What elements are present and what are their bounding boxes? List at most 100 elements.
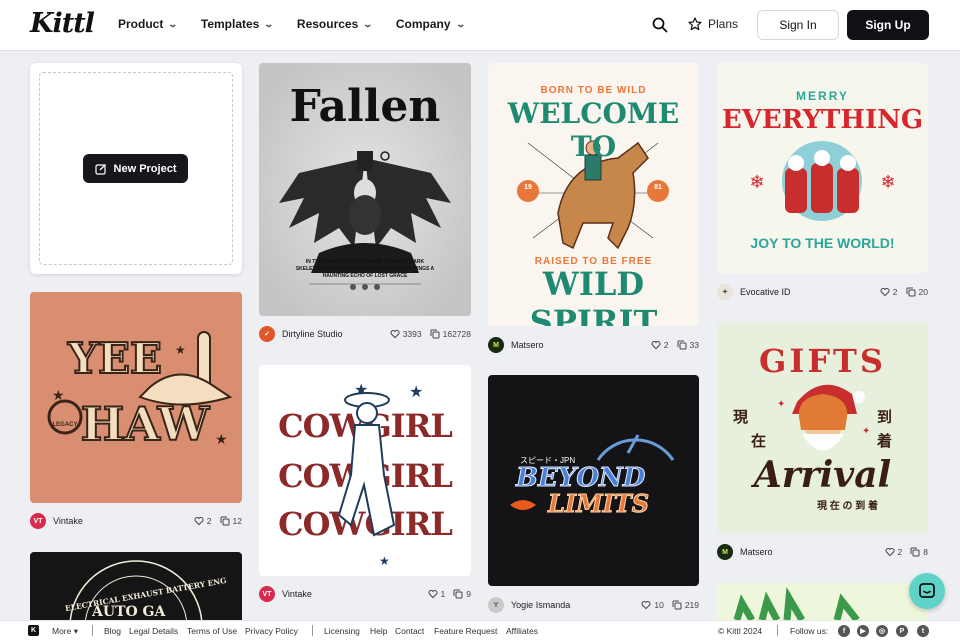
xmas-merry-text: MERRY	[796, 89, 849, 103]
author-name[interactable]: Vintake	[282, 589, 420, 599]
card-meta: ✦ Evocative ID 2 20	[717, 284, 928, 300]
nav-product[interactable]: Product ⌄	[118, 17, 179, 31]
copy-icon[interactable]	[910, 547, 920, 557]
svg-text:❄: ❄	[880, 172, 895, 192]
heart-icon[interactable]	[880, 287, 890, 297]
footer-more[interactable]: More ▾	[52, 626, 78, 637]
like-count: 2	[206, 516, 212, 526]
star-icon	[688, 17, 702, 31]
footer-link-terms[interactable]: Terms of Use	[187, 626, 237, 636]
footer-link-privacy[interactable]: Privacy Policy	[245, 626, 298, 636]
gifts-text: GIFTS	[759, 342, 886, 380]
wild-welcome-text: WELCOME TO	[507, 97, 680, 163]
copy-icon[interactable]	[220, 516, 230, 526]
heart-icon[interactable]	[641, 600, 651, 610]
fallen-title: Fallen	[289, 81, 441, 132]
author-name[interactable]: Matsero	[511, 340, 643, 350]
template-card-beyond-limits[interactable]: スピード・JPN BEYOND LIMITS	[488, 375, 699, 586]
template-card-gifts-arrival[interactable]: ✦ ✦ GIFTS 現 在 到 着 Arrival 現 在 の 到 着	[717, 322, 928, 533]
card-meta: M Matsero 2 33	[488, 337, 699, 353]
footer-link-legal[interactable]: Legal Details	[129, 626, 178, 636]
footer-link-help[interactable]: Help	[370, 626, 387, 636]
heart-icon[interactable]	[428, 589, 438, 599]
cowgirl-figure: ★ ★ ★	[337, 382, 423, 568]
author-name[interactable]: Evocative ID	[740, 287, 872, 297]
avatar[interactable]: Y	[488, 597, 504, 613]
like-count: 2	[892, 287, 898, 297]
template-card-auto-garage[interactable]: ELECTRICAL EXHAUST BATTERY ENG AUTO GA	[30, 552, 242, 620]
like-count: 3393	[402, 329, 422, 339]
heart-icon[interactable]	[390, 329, 400, 339]
nav-templates[interactable]: Templates ⌄	[201, 17, 275, 31]
chevron-down-icon: ⌄	[167, 18, 179, 29]
new-project-button[interactable]: New Project	[83, 154, 188, 183]
copy-icon[interactable]	[453, 589, 463, 599]
copy-count: 162728	[442, 329, 471, 339]
template-card-yee-haw[interactable]: ★ ★ ★ YEE HAW LEGACY	[30, 292, 242, 503]
footer-bar: K More ▾ Blog Legal Details Terms of Use…	[0, 620, 960, 640]
template-card-partial[interactable]	[717, 583, 928, 620]
youtube-icon[interactable]: ▶	[857, 625, 869, 637]
avatar[interactable]: VT	[259, 586, 275, 602]
like-count: 2	[663, 340, 669, 350]
copy-icon[interactable]	[906, 287, 916, 297]
xmas-everything-text: EVERYTHING	[721, 105, 924, 135]
copy-icon[interactable]	[672, 600, 682, 610]
template-card-wild-spirit[interactable]: BORN TO BE WILD WELCOME TO 19 81 RAISED …	[488, 63, 699, 326]
author-name[interactable]: Vintake	[53, 516, 186, 526]
copy-icon[interactable]	[430, 329, 440, 339]
template-card-fallen[interactable]: Fallen IN THE SHADOWS OF DESPAIR, A FALL…	[259, 63, 471, 316]
wild-81: 81	[654, 184, 662, 191]
sign-in-button[interactable]: Sign In	[757, 10, 839, 40]
facebook-icon[interactable]: f	[838, 625, 850, 637]
avatar[interactable]: ✓	[259, 326, 275, 342]
copy-icon[interactable]	[677, 340, 687, 350]
avatar[interactable]: VT	[30, 513, 46, 529]
copy-count: 20	[918, 287, 928, 297]
template-card-merry-everything[interactable]: ❄ ❄ MERRY EVERYTHING JOY TO THE WORLD!	[717, 63, 928, 273]
card-meta: M Matsero 2 8	[717, 544, 928, 560]
copy-count: 219	[684, 600, 699, 610]
instagram-icon[interactable]: ◎	[876, 625, 888, 637]
avatar[interactable]: M	[717, 544, 733, 560]
footer-link-blog[interactable]: Blog	[104, 626, 121, 636]
kittl-logo[interactable]: Kittl	[30, 8, 95, 39]
heart-icon[interactable]	[651, 340, 661, 350]
template-card-cowgirl[interactable]: COWGIRL COWGIRL COWGIRL ★ ★ ★	[259, 365, 471, 576]
chat-icon	[919, 583, 935, 598]
author-name[interactable]: Matsero	[740, 547, 877, 557]
plans-link[interactable]: Plans	[688, 17, 738, 31]
nav-resources[interactable]: Resources ⌄	[296, 17, 374, 31]
kittl-mini-logo-icon[interactable]: K	[28, 625, 39, 636]
wild-top-text: BORN TO BE WILD	[540, 85, 647, 96]
exhaust-mid-text: AUTO GA	[92, 604, 166, 620]
footer-link-feature-request[interactable]: Feature Request	[434, 626, 497, 636]
copy-count: 8	[923, 547, 928, 557]
footer-link-licensing[interactable]: Licensing	[324, 626, 360, 636]
author-name[interactable]: Yogie Ismanda	[511, 600, 633, 610]
nav-label: Resources	[296, 17, 359, 31]
divider	[312, 625, 313, 636]
arrival-jp-r2: 着	[877, 433, 893, 450]
chevron-down-icon: ⌄	[362, 18, 374, 29]
avatar[interactable]: ✦	[717, 284, 733, 300]
svg-text:✦: ✦	[777, 399, 785, 410]
copy-count: 12	[232, 516, 242, 526]
top-navigation-bar: Kittl Product ⌄ Templates ⌄ Resources ⌄ Com…	[0, 0, 960, 51]
nav-company[interactable]: Company ⌄	[395, 17, 466, 31]
sign-up-button[interactable]: Sign Up	[847, 10, 929, 40]
nav-label: Company	[395, 17, 451, 31]
footer-link-contact[interactable]: Contact	[395, 626, 424, 636]
heart-icon[interactable]	[885, 547, 895, 557]
twitter-icon[interactable]: t	[917, 625, 929, 637]
author-name[interactable]: Dirtyline Studio	[282, 329, 382, 339]
pinterest-icon[interactable]: P	[896, 625, 908, 637]
avatar[interactable]: M	[488, 337, 504, 353]
arrival-jp-l1: 現	[733, 409, 749, 426]
card-meta: Y Yogie Ismanda 10 219	[488, 597, 699, 613]
search-icon[interactable]	[652, 17, 668, 33]
heart-icon[interactable]	[194, 516, 204, 526]
footer-link-affiliates[interactable]: Affiliates	[506, 626, 538, 636]
chat-support-button[interactable]	[909, 573, 945, 609]
footer-follow-label: Follow us:	[790, 626, 829, 636]
